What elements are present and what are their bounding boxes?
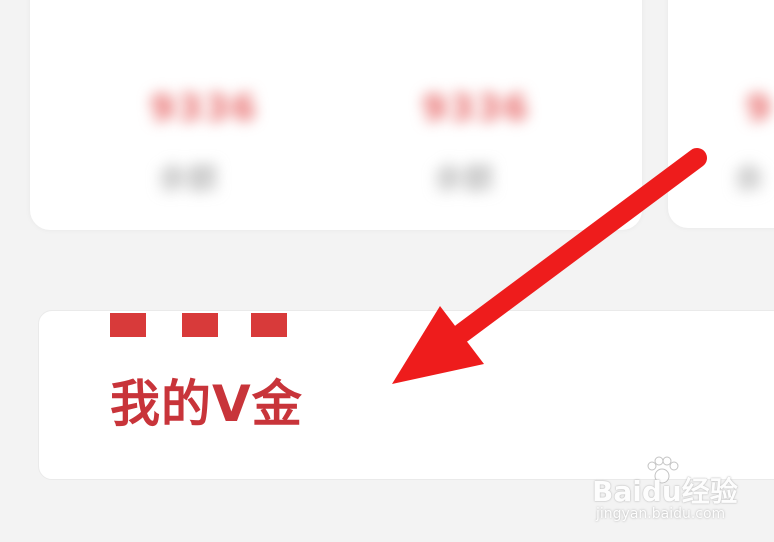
watermark-url: jingyan.baidu.com (596, 506, 726, 522)
watermark: Baidu经验 jingyan.baidu.com (592, 456, 742, 526)
watermark-logo: Baidu经验 (592, 475, 738, 508)
